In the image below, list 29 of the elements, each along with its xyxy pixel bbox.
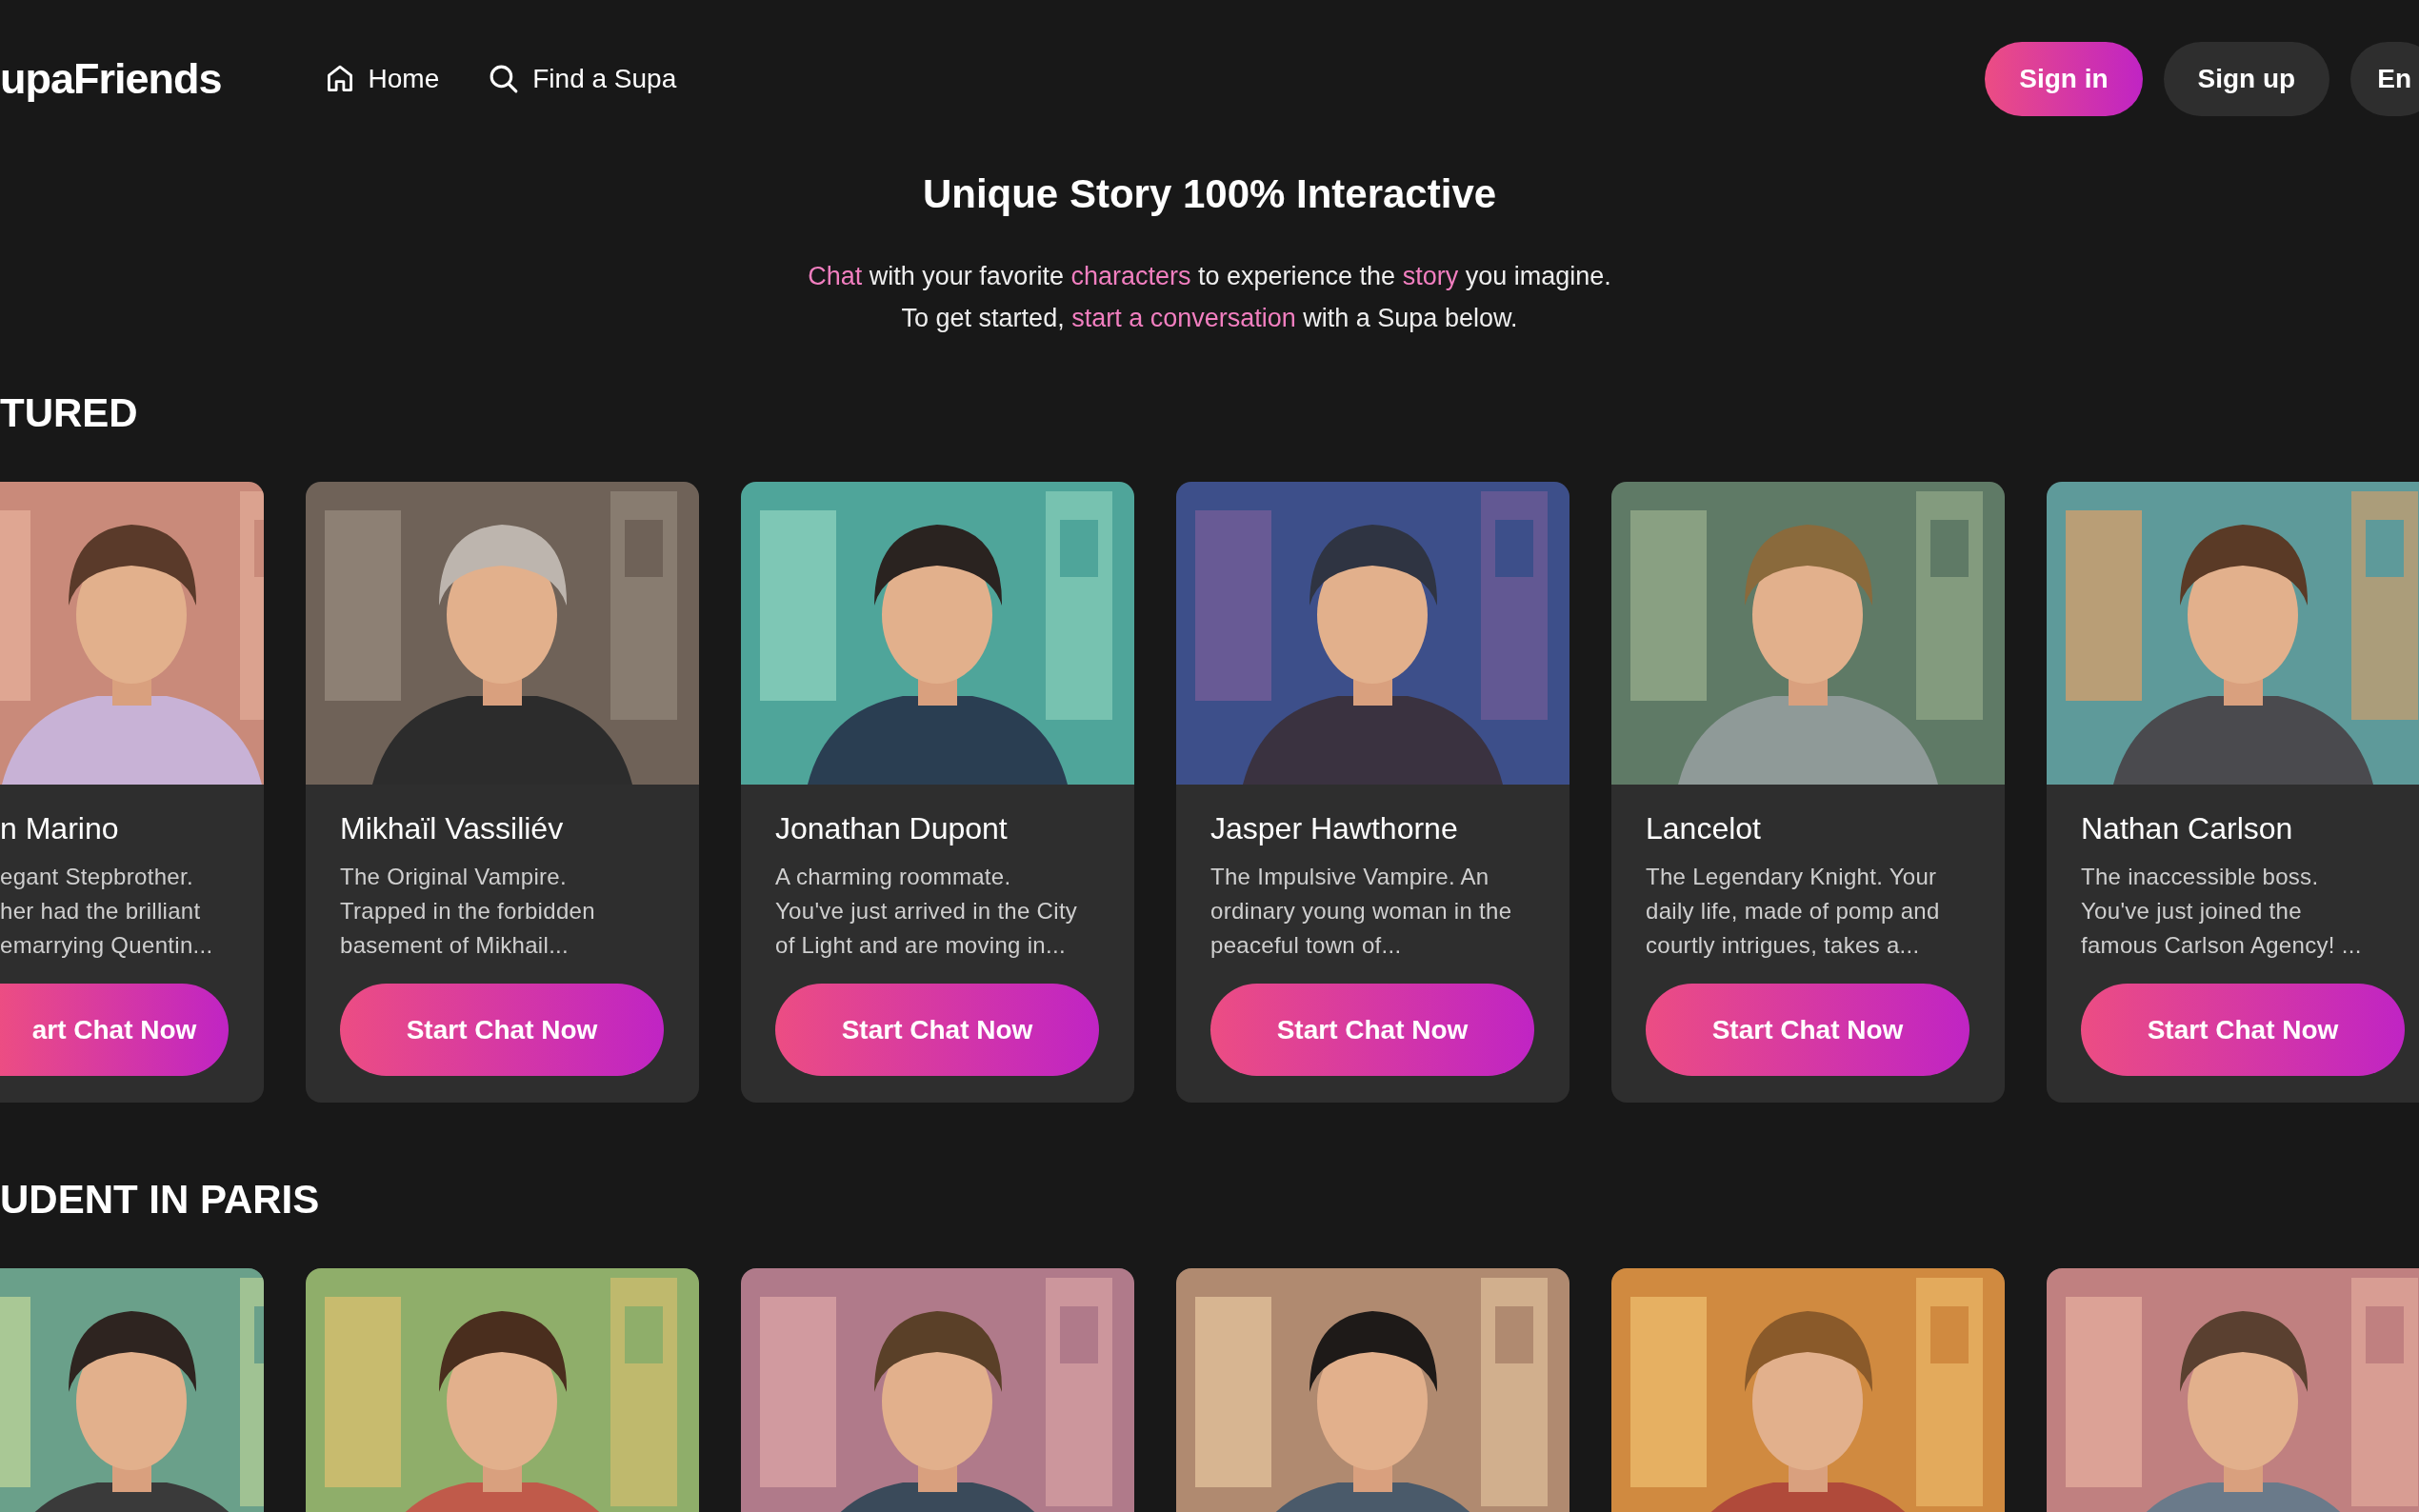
header-button[interactable]: Sign up — [2163, 42, 2330, 116]
start-chat-button[interactable]: Start Chat Now — [775, 984, 1099, 1076]
start-chat-button[interactable]: art Chat Now — [0, 984, 229, 1076]
character-description: The Impulsive Vampire. An ordinary young woman in the peaceful town of... — [1210, 863, 1513, 960]
character-name: n Marino — [0, 811, 120, 846]
character-description: egant Stepbrother. her had the brilliant emarrying Quentin... — [0, 863, 214, 960]
start-chat-button[interactable]: Start Chat Now — [2081, 984, 2405, 1076]
page-title: Unique Story 100% Interactive — [921, 171, 1498, 217]
intro-text: Chat with your favorite characters to experience the story you imagine. — [807, 261, 1612, 292]
header-button[interactable]: En — [2350, 42, 2419, 116]
start-chat-button[interactable]: Start Chat Now — [1210, 984, 1534, 1076]
character-name: Nathan Carlson — [2081, 811, 2294, 846]
sign-in-button[interactable]: Sign in — [1985, 42, 2143, 116]
section-title: TURED — [0, 390, 139, 436]
character-description: A charming roommate. You've just arrived in the City of Light and are moving in... — [775, 863, 1079, 960]
character-name: Jonathan Dupont — [775, 811, 1009, 846]
character-name: Lancelot — [1646, 811, 1762, 846]
start-chat-button[interactable]: Start Chat Now — [340, 984, 664, 1076]
character-name: Jasper Hawthorne — [1210, 811, 1459, 846]
intro-text: To get started, start a conversation with a Supa below. — [900, 303, 1519, 334]
character-description: The Legendary Knight. Your daily life, made of pomp and courtly intrigues, takes a... — [1646, 863, 1941, 960]
nav-link[interactable]: Find a Supa — [487, 62, 677, 96]
character-description: The Original Vampire. Trapped in the forbidden basement of Mikhail... — [340, 863, 596, 960]
character-description: The inaccessible boss. You've just joined the famous Carlson Agency! ... — [2081, 863, 2363, 960]
section-title: UDENT IN PARIS — [0, 1177, 321, 1223]
character-name: Mikhaïl Vassiliév — [340, 811, 565, 846]
nav-link[interactable]: Home — [322, 62, 440, 96]
logo-text: upaFriends — [0, 54, 222, 104]
start-chat-button[interactable]: Start Chat Now — [1646, 984, 1969, 1076]
